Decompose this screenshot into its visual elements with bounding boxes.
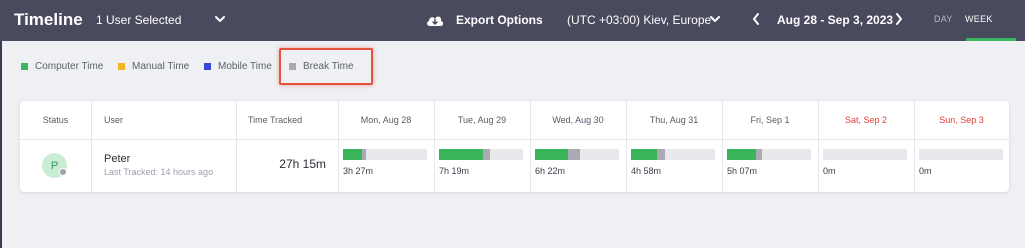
header-day: Mon, Aug 28: [360, 115, 412, 125]
legend-manual-time: Manual Time: [118, 61, 189, 72]
break-time-segment: [657, 149, 665, 160]
tab-week[interactable]: WEEK: [965, 14, 993, 24]
header-day-weekend: Sun, Sep 3: [939, 115, 984, 125]
column-divider: [530, 101, 531, 192]
day-total: 0m: [823, 166, 836, 176]
page-title: Timeline: [14, 10, 83, 29]
column-divider: [338, 101, 339, 192]
break-time-segment: [568, 149, 580, 160]
day-bar[interactable]: [631, 149, 715, 160]
header-day: Thu, Aug 31: [649, 115, 699, 125]
user-select-label[interactable]: 1 User Selected: [96, 13, 181, 27]
break-time-segment: [483, 149, 490, 160]
legend-swatch: [204, 63, 211, 70]
header-time-tracked: Time Tracked: [248, 115, 303, 125]
legend-swatch: [118, 63, 125, 70]
day-total: 7h 19m: [439, 166, 470, 176]
user-name[interactable]: Peter: [104, 153, 130, 165]
header-day: Fri, Sep 1: [750, 115, 790, 125]
legend-label: Computer Time: [35, 61, 104, 72]
header-day: Wed, Aug 30: [552, 115, 604, 125]
chevron-down-icon[interactable]: [214, 11, 226, 27]
computer-time-segment: [343, 149, 362, 160]
column-divider: [91, 101, 92, 192]
status-indicator: [59, 168, 67, 176]
legend-label: Manual Time: [132, 61, 190, 72]
legend-swatch: [21, 63, 28, 70]
computer-time-segment: [535, 149, 568, 160]
day-bar[interactable]: [343, 149, 427, 160]
date-range: Aug 28 - Sep 3, 2023: [777, 13, 894, 27]
chevron-right-icon[interactable]: [894, 11, 904, 27]
header-status: Status: [42, 115, 69, 125]
chevron-down-icon[interactable]: [709, 11, 721, 27]
cloud-download-icon[interactable]: [425, 11, 445, 29]
column-divider: [914, 101, 915, 192]
day-total: 5h 07m: [727, 166, 758, 176]
timeline-table: Status User Time Tracked Mon, Aug 28 Tue…: [20, 101, 1009, 192]
computer-time-segment: [727, 149, 756, 160]
header-user: User: [104, 115, 124, 125]
column-divider: [626, 101, 627, 192]
header-divider: [20, 139, 1009, 140]
day-total: 0m: [919, 166, 932, 176]
day-bar[interactable]: [727, 149, 811, 160]
timezone-select[interactable]: (UTC +03:00) Kiev, Europe: [567, 13, 711, 27]
header-day: Tue, Aug 29: [457, 115, 507, 125]
day-bar[interactable]: [919, 149, 1003, 160]
active-tab-indicator: [966, 38, 1016, 41]
day-total: 6h 22m: [535, 166, 566, 176]
day-total: 3h 27m: [343, 166, 374, 176]
tab-day[interactable]: DAY: [934, 14, 953, 24]
day-bar[interactable]: [439, 149, 523, 160]
day-total: 4h 58m: [631, 166, 662, 176]
legend-computer-time: Computer Time: [21, 61, 103, 72]
top-bar: Timeline 1 User Selected Export Options …: [0, 0, 1025, 41]
column-divider: [434, 101, 435, 192]
chevron-left-icon[interactable]: [751, 11, 761, 27]
column-divider: [722, 101, 723, 192]
computer-time-segment: [439, 149, 483, 160]
header-day-weekend: Sat, Sep 2: [844, 115, 888, 125]
legend-mobile-time: Mobile Time: [204, 61, 272, 72]
time-tracked-total: 27h 15m: [279, 157, 326, 171]
computer-time-segment: [631, 149, 657, 160]
legend-label: Mobile Time: [218, 61, 272, 72]
export-options-button[interactable]: Export Options: [456, 13, 543, 27]
highlight-box: [279, 48, 373, 85]
day-bar[interactable]: [535, 149, 619, 160]
column-divider: [236, 101, 237, 192]
column-divider: [818, 101, 819, 192]
break-time-segment: [756, 149, 762, 160]
break-time-segment: [362, 149, 366, 160]
last-tracked: Last Tracked: 14 hours ago: [104, 167, 214, 177]
day-bar[interactable]: [823, 149, 907, 160]
